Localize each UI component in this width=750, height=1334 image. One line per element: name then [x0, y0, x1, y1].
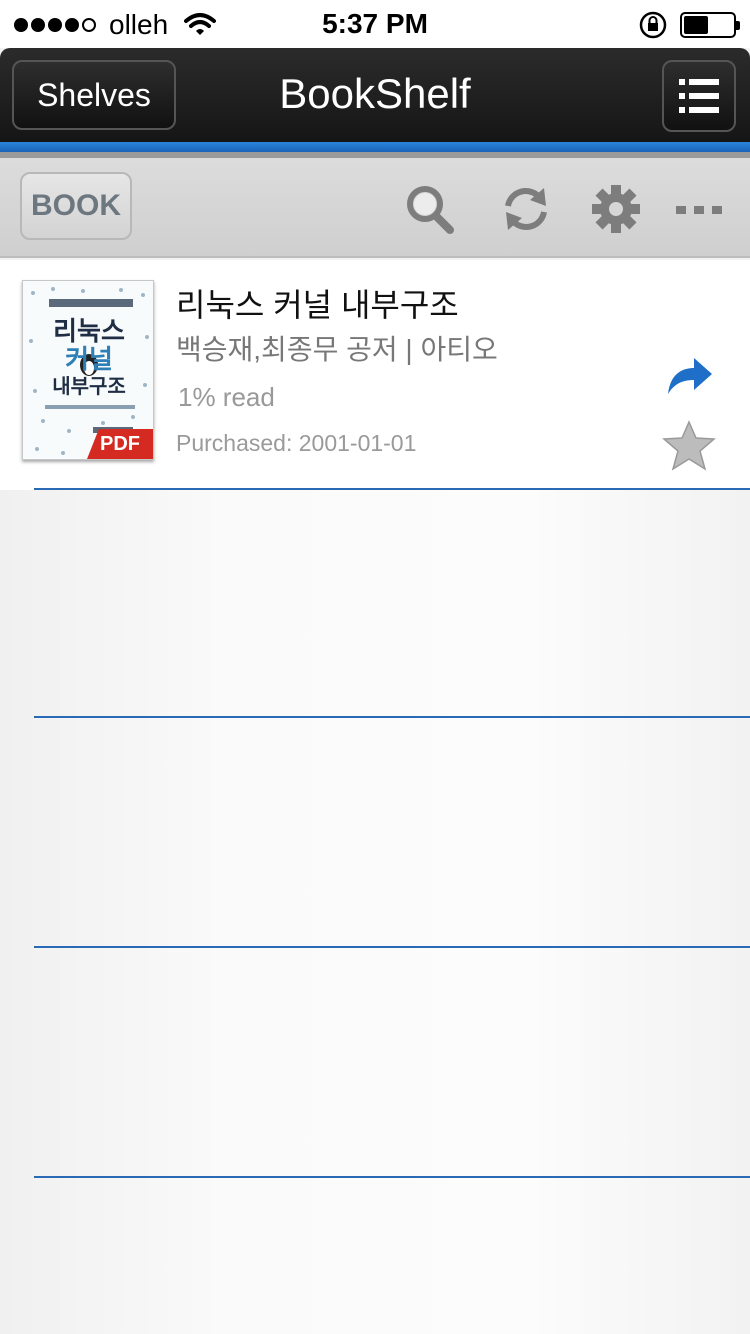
book-view-button[interactable]: BOOK — [20, 172, 132, 240]
navigation-bar: Shelves BookShelf — [0, 48, 750, 144]
battery-icon — [680, 12, 740, 38]
refresh-icon[interactable] — [500, 184, 552, 234]
book-list-item[interactable]: 리눅스 커널 내부구조 PDF 리눅스 커널 내부구조 백승재,최종무 공저 |… — [0, 260, 750, 490]
purchase-date: Purchased: 2001-01-01 — [176, 430, 417, 456]
cover-title: 리눅스 커널 내부구조 — [52, 316, 126, 398]
list-menu-button[interactable] — [662, 60, 736, 132]
more-icon[interactable] — [674, 184, 726, 234]
share-icon[interactable] — [664, 352, 714, 402]
book-title: 리눅스 커널 내부구조 — [176, 287, 459, 323]
favorite-star-icon[interactable] — [662, 420, 716, 472]
toolbar: BOOK — [0, 158, 750, 258]
rotation-lock-icon — [639, 11, 667, 39]
page-title: BookShelf — [279, 70, 471, 117]
book-author: 백승재,최종무 공저 | 아티오 — [176, 334, 498, 365]
list-icon — [679, 79, 719, 113]
gear-icon[interactable] — [590, 184, 642, 234]
empty-shelf-area — [0, 490, 750, 1334]
search-icon[interactable] — [404, 184, 456, 234]
read-progress: 1% read — [178, 382, 275, 412]
book-cover[interactable]: 리눅스 커널 내부구조 PDF — [22, 280, 154, 460]
shelf-divider — [34, 488, 750, 490]
shelf-divider — [34, 946, 750, 948]
nav-accent-bar — [0, 142, 750, 152]
screen: olleh 5:37 PM Shelves BookShelf BOOK 리눅스… — [0, 0, 750, 1334]
shelf-divider — [34, 716, 750, 718]
shelf-divider — [34, 1176, 750, 1178]
status-right — [638, 10, 740, 40]
status-bar: olleh 5:37 PM — [0, 0, 750, 48]
